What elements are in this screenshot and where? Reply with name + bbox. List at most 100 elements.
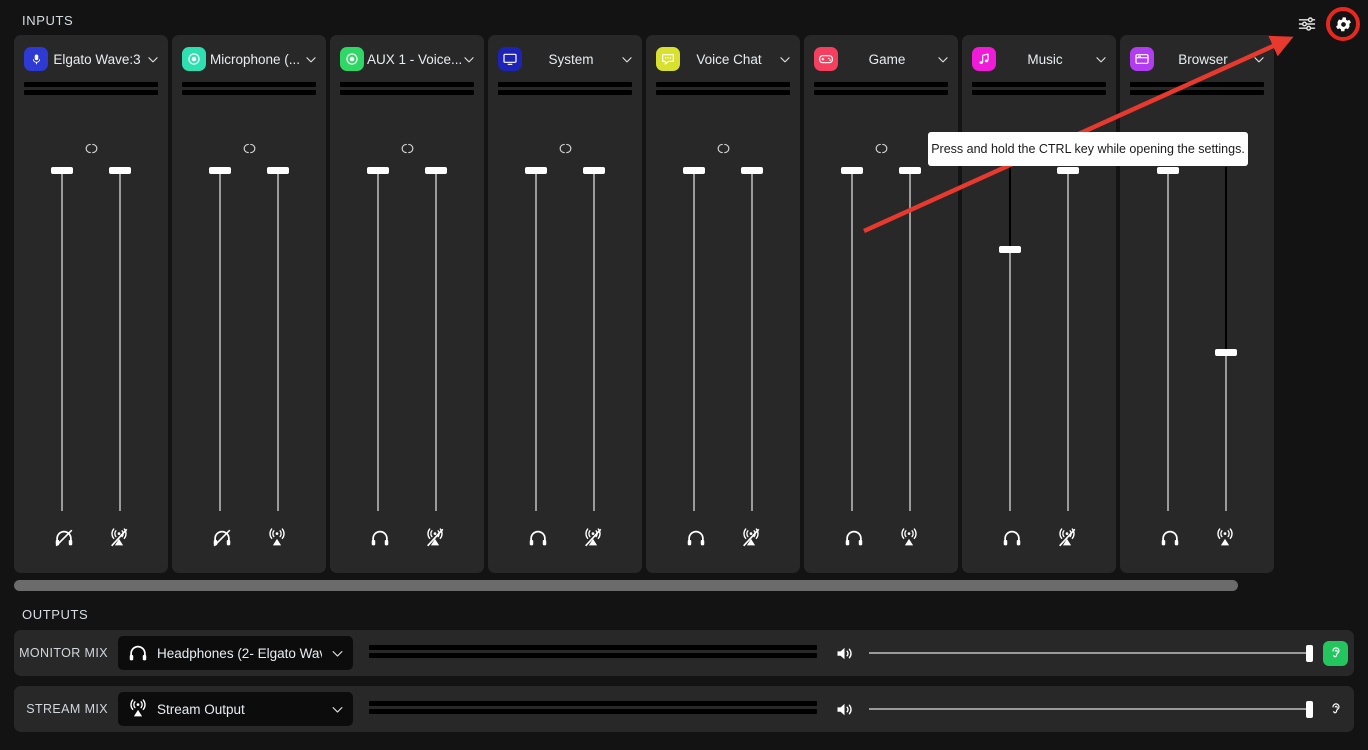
- headphones-muted-icon[interactable]: [47, 523, 81, 553]
- output-volume-slider[interactable]: [869, 698, 1313, 720]
- channel-name: Browser: [1178, 51, 1228, 67]
- chevron-down-icon[interactable]: [778, 52, 792, 67]
- fader-link-toggle-unlinked-icon[interactable]: [488, 141, 642, 156]
- stream-fader-knob[interactable]: [1057, 167, 1079, 174]
- monitor-fader-knob[interactable]: [999, 246, 1021, 254]
- speaker-icon[interactable]: [831, 643, 857, 664]
- ear-icon[interactable]: [1323, 697, 1348, 722]
- monitor-fader[interactable]: [200, 163, 240, 515]
- monitor-fader-knob[interactable]: [51, 167, 73, 174]
- inputs-horizontal-scrollbar[interactable]: [14, 580, 1354, 591]
- monitor-fader-knob[interactable]: [841, 167, 863, 174]
- fader-link-toggle-unlinked-icon[interactable]: [172, 141, 326, 156]
- output-volume-slider[interactable]: [869, 642, 1313, 664]
- monitor-fader-knob[interactable]: [209, 167, 231, 174]
- monitor-fader-rail: [1167, 167, 1169, 511]
- stream-fader[interactable]: [258, 163, 298, 515]
- monitor-fader[interactable]: [42, 163, 82, 515]
- stream-fader[interactable]: [574, 163, 614, 515]
- stream-fader[interactable]: [732, 163, 772, 515]
- monitor-fader[interactable]: [674, 163, 714, 515]
- volume-slider-knob[interactable]: [1306, 701, 1313, 718]
- volume-slider-knob[interactable]: [1306, 645, 1313, 662]
- broadcast-muted-icon[interactable]: [102, 523, 136, 553]
- monitor-fader-knob[interactable]: [367, 167, 389, 174]
- stream-fader-knob[interactable]: [899, 167, 921, 174]
- channel-level-meters: [814, 82, 948, 98]
- output-device-select[interactable]: Headphones (2- Elgato Wave:3): [118, 636, 353, 670]
- annotation-tooltip: Press and hold the CTRL key while openin…: [928, 132, 1248, 166]
- headphones-icon: [127, 642, 149, 664]
- broadcast-icon[interactable]: [260, 523, 294, 553]
- broadcast-muted-icon[interactable]: [418, 523, 452, 553]
- broadcast-muted-icon[interactable]: [1050, 523, 1084, 553]
- broadcast-muted-icon[interactable]: [734, 523, 768, 553]
- stream-fader-knob[interactable]: [1215, 349, 1237, 357]
- stream-fader[interactable]: [1206, 163, 1246, 515]
- monitor-fader-knob[interactable]: [525, 167, 547, 174]
- monitor-fader[interactable]: [1148, 163, 1188, 515]
- meter-right: [24, 90, 158, 95]
- volume-slider-rail: [869, 652, 1313, 654]
- headphones-icon[interactable]: [995, 523, 1029, 553]
- stream-fader-knob[interactable]: [583, 167, 605, 174]
- chevron-down-icon[interactable]: [1252, 52, 1266, 67]
- headphones-icon[interactable]: [679, 523, 713, 553]
- stream-fader[interactable]: [100, 163, 140, 515]
- stream-fader-rail: [593, 167, 595, 511]
- stream-fader[interactable]: [1048, 163, 1088, 515]
- fader-link-toggle-unlinked-icon[interactable]: [330, 141, 484, 156]
- channel-list: Elgato Wave:3 Microphone (... AUX 1 - Voic…: [14, 35, 1274, 573]
- headphones-muted-icon[interactable]: [205, 523, 239, 553]
- inputs-scroll-area[interactable]: Elgato Wave:3 Microphone (... AUX 1 - Voic…: [0, 35, 1368, 575]
- chevron-down-icon[interactable]: [146, 52, 160, 67]
- monitor-fader[interactable]: [990, 163, 1030, 515]
- headphones-icon[interactable]: [521, 523, 555, 553]
- meter-right: [369, 709, 817, 714]
- meter-right: [656, 90, 790, 95]
- channel-level-meters: [340, 82, 474, 98]
- scrollbar-thumb[interactable]: [14, 580, 1238, 591]
- chevron-down-icon[interactable]: [462, 52, 476, 67]
- stream-fader[interactable]: [890, 163, 930, 515]
- chevron-down-icon[interactable]: [620, 52, 634, 67]
- ear-icon[interactable]: [1323, 640, 1348, 666]
- speaker-icon[interactable]: [831, 699, 857, 720]
- chevron-down-icon[interactable]: [330, 646, 345, 661]
- output-level-meters: [369, 701, 817, 717]
- monitor-fader[interactable]: [358, 163, 398, 515]
- broadcast-icon[interactable]: [1208, 523, 1242, 553]
- chevron-down-icon[interactable]: [304, 52, 318, 67]
- monitor-fader-knob[interactable]: [683, 167, 705, 174]
- channel-name: Elgato Wave:3: [53, 51, 141, 67]
- stream-fader-knob[interactable]: [109, 167, 131, 174]
- channel-level-meters: [498, 82, 632, 98]
- stream-fader-rail: [1067, 167, 1069, 511]
- stream-fader-knob[interactable]: [267, 167, 289, 174]
- monitor-fader[interactable]: [832, 163, 872, 515]
- channel-level-meters: [972, 82, 1106, 98]
- channel-strip: AUX 1 - Voice...: [330, 35, 484, 573]
- stream-fader-knob[interactable]: [425, 167, 447, 174]
- headphones-icon[interactable]: [1153, 523, 1187, 553]
- monitor-fader-fill: [1009, 167, 1011, 247]
- broadcast-icon[interactable]: [892, 523, 926, 553]
- monitor-fader-knob[interactable]: [1157, 167, 1179, 174]
- fader-link-toggle-unlinked-icon[interactable]: [14, 141, 168, 156]
- meter-right: [498, 90, 632, 95]
- broadcast-muted-icon[interactable]: [576, 523, 610, 553]
- headphones-icon[interactable]: [363, 523, 397, 553]
- output-device-select[interactable]: Stream Output: [118, 692, 353, 726]
- headphones-icon[interactable]: [837, 523, 871, 553]
- output-device-name: Stream Output: [157, 701, 245, 717]
- stream-fader[interactable]: [416, 163, 456, 515]
- chevron-down-icon[interactable]: [936, 52, 950, 67]
- sliders-icon[interactable]: [1294, 11, 1320, 37]
- stream-fader-knob[interactable]: [741, 167, 763, 174]
- monitor-fader[interactable]: [516, 163, 556, 515]
- channel-name: Game: [868, 51, 906, 67]
- chevron-down-icon[interactable]: [1094, 52, 1108, 67]
- fader-link-toggle-unlinked-icon[interactable]: [646, 141, 800, 156]
- stream-fader-fill: [1225, 167, 1227, 350]
- chevron-down-icon[interactable]: [330, 702, 345, 717]
